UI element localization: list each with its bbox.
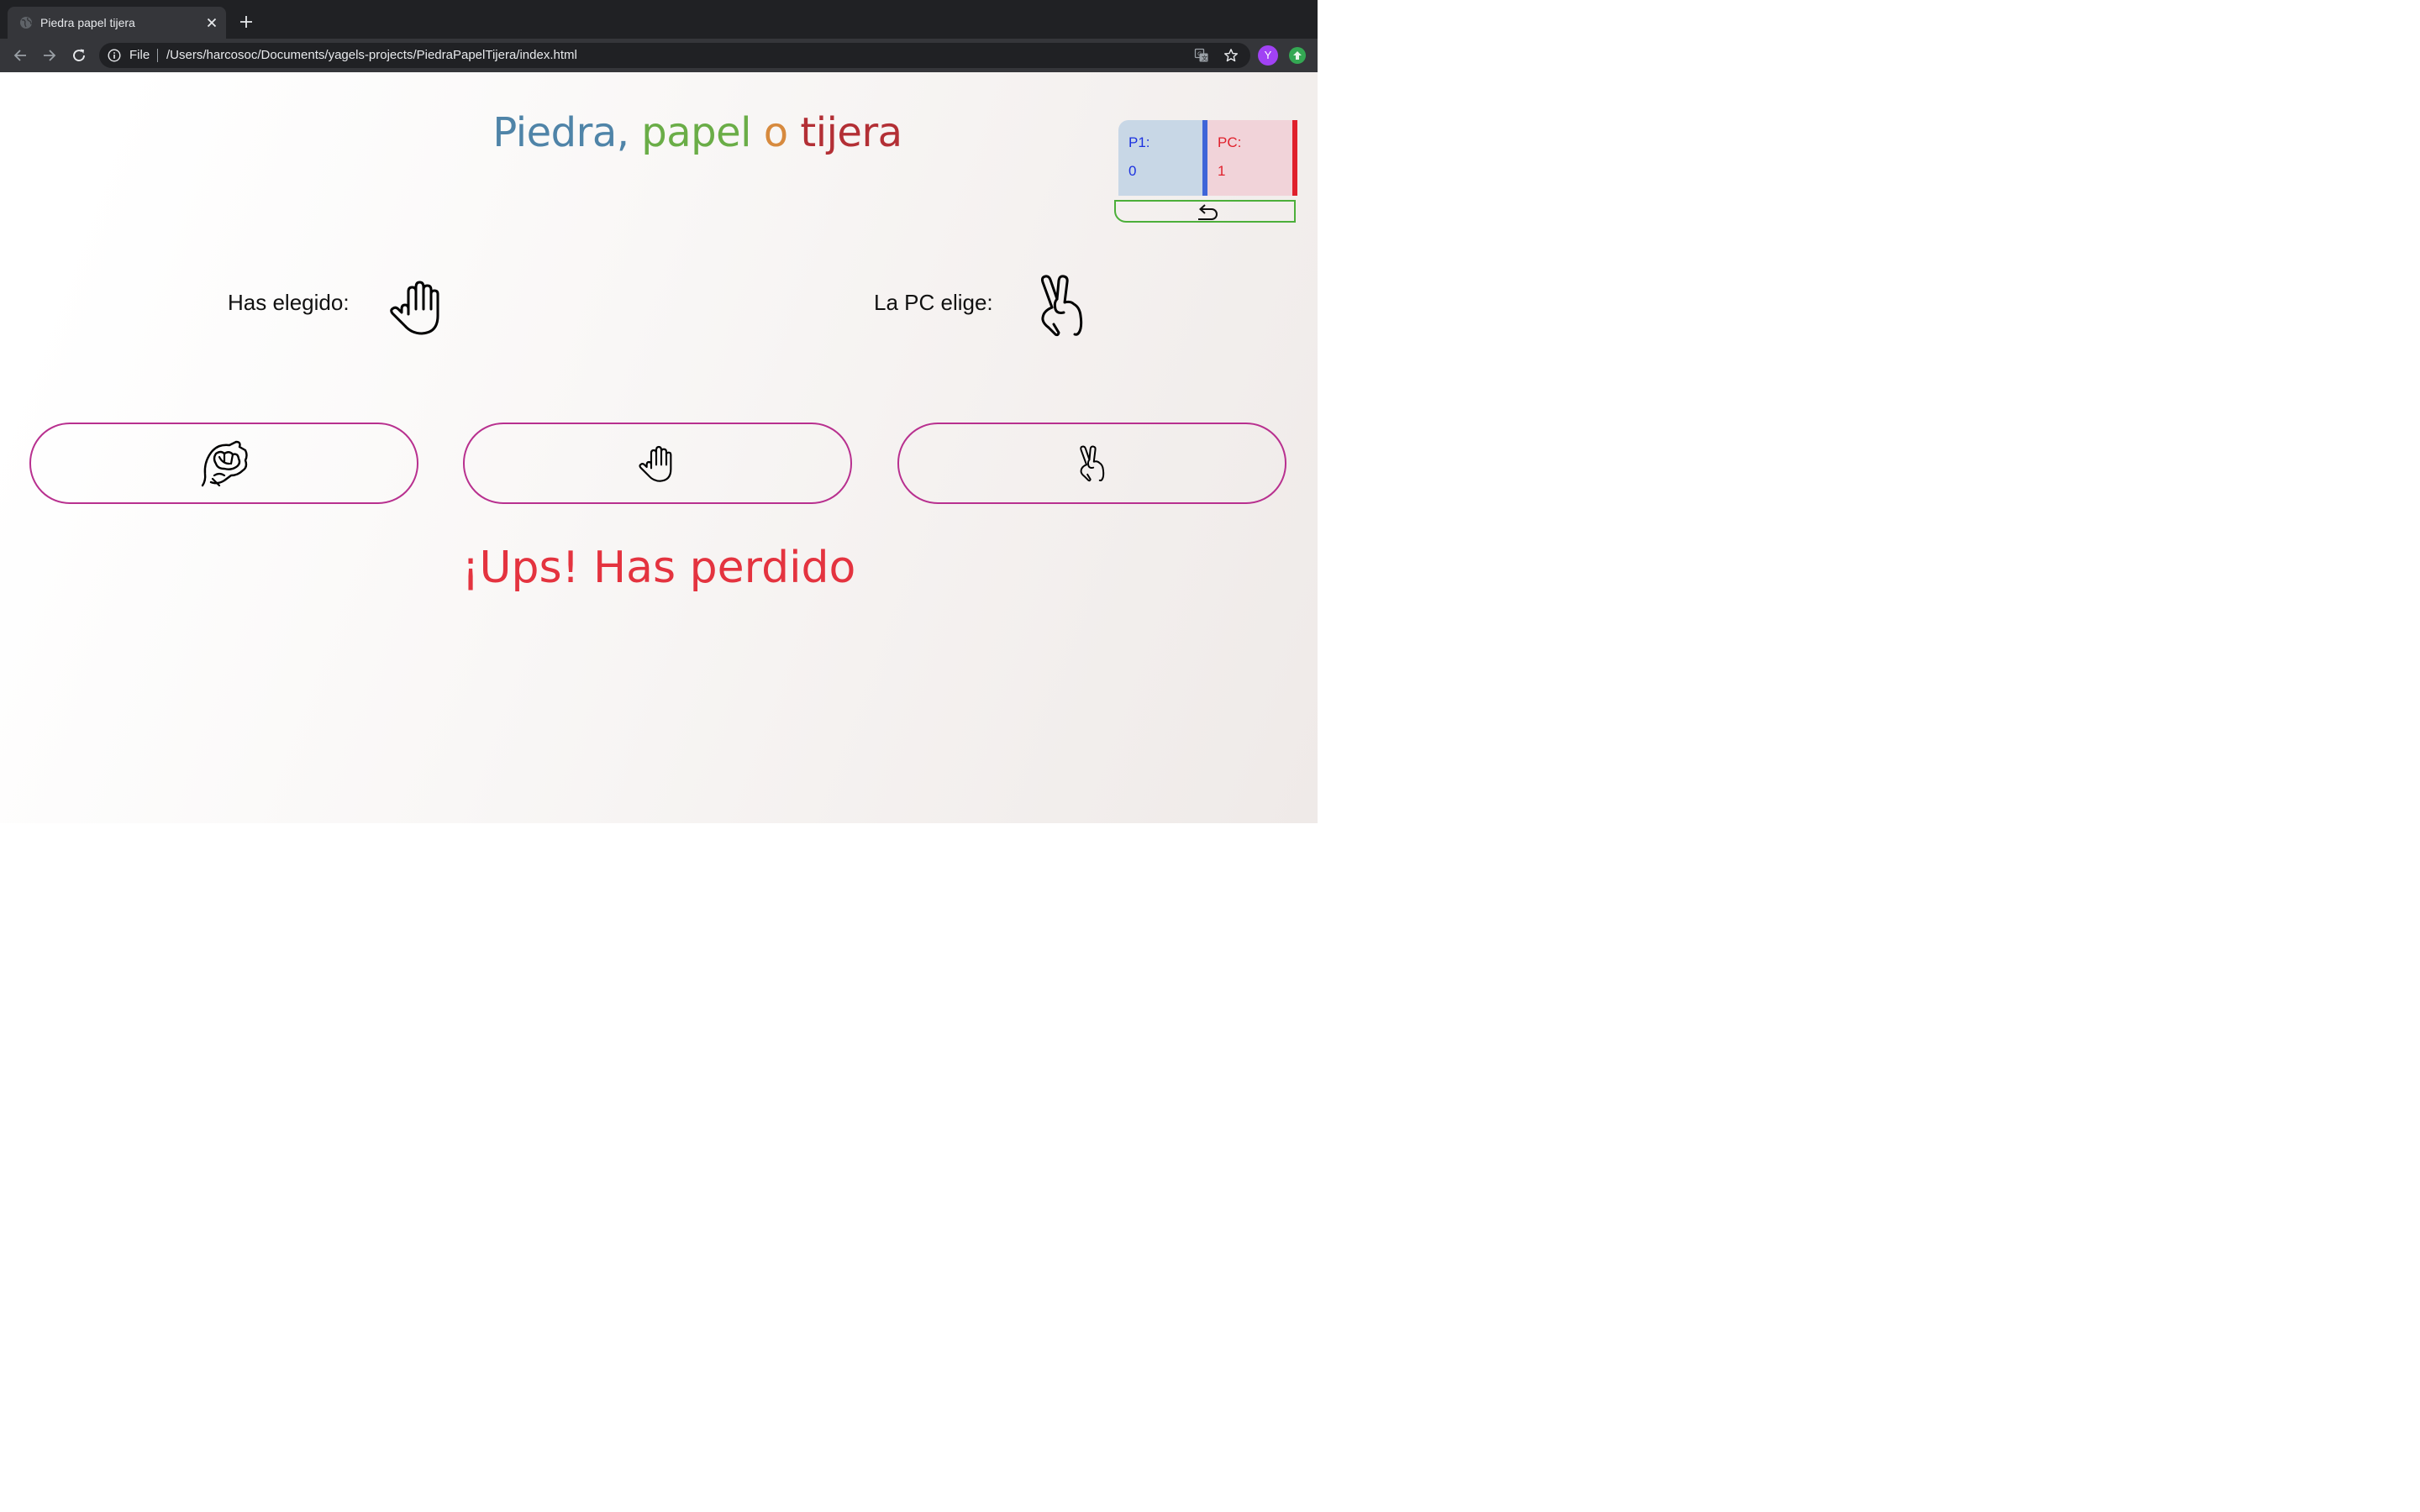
title-word-o: o xyxy=(763,109,788,156)
tab-title: Piedra papel tijera xyxy=(40,16,135,29)
reset-button[interactable] xyxy=(1114,200,1296,223)
you-chose-label: Has elegido: xyxy=(228,290,350,315)
forward-icon[interactable] xyxy=(41,47,58,64)
player-score-label: P1: xyxy=(1128,134,1150,150)
title-word-papel: papel xyxy=(641,109,752,156)
hand-rock-icon xyxy=(201,440,248,486)
result-message: ¡Ups! Has perdido xyxy=(461,543,856,593)
close-icon[interactable] xyxy=(205,16,218,29)
title-word-piedra: Piedra, xyxy=(492,109,629,156)
hand-paper-icon xyxy=(638,445,671,482)
player-score-value: 0 xyxy=(1128,163,1137,179)
title-word-tijera: tijera xyxy=(800,109,902,156)
reload-icon[interactable] xyxy=(71,47,87,64)
translate-icon[interactable]: G 文 xyxy=(1194,48,1209,63)
bookmark-star-icon[interactable] xyxy=(1223,48,1239,63)
svg-text:文: 文 xyxy=(1202,55,1207,62)
paper-button[interactable] xyxy=(463,423,852,504)
pc-chose-label: La PC elige: xyxy=(874,290,993,315)
update-icon[interactable] xyxy=(1289,47,1306,64)
browser-tab-strip: Piedra papel tijera xyxy=(0,0,1318,39)
scoreboard: P1: 0 PC: 1 xyxy=(1118,120,1297,196)
url-text[interactable]: /Users/harcosoc/Documents/yagels-project… xyxy=(166,48,577,62)
return-arrow-icon xyxy=(1198,204,1218,220)
scissors-button[interactable] xyxy=(897,423,1286,504)
profile-avatar[interactable]: Y xyxy=(1258,45,1278,66)
pc-score-value: 1 xyxy=(1218,163,1226,179)
new-tab-icon[interactable] xyxy=(239,14,254,29)
hand-scissors-icon xyxy=(1040,275,1083,337)
divider xyxy=(157,49,158,62)
back-icon[interactable] xyxy=(12,47,29,64)
globe-icon xyxy=(20,17,32,29)
browser-tab[interactable]: Piedra papel tijera xyxy=(8,7,226,39)
browser-toolbar: File /Users/harcosoc/Documents/yagels-pr… xyxy=(0,39,1318,72)
info-icon[interactable] xyxy=(108,49,121,62)
url-scheme: File xyxy=(129,48,150,62)
pc-score-label: PC: xyxy=(1218,134,1242,150)
player-score-panel: P1: 0 xyxy=(1118,120,1207,196)
address-bar[interactable]: File /Users/harcosoc/Documents/yagels-pr… xyxy=(99,43,1250,68)
game-page: Piedra, papel o tijera P1: 0 PC: 1 Has e… xyxy=(0,72,1318,823)
hand-paper-icon xyxy=(390,281,439,335)
rock-button[interactable] xyxy=(29,423,418,504)
hand-scissors-icon xyxy=(1079,445,1104,481)
pc-score-panel: PC: 1 xyxy=(1207,120,1297,196)
